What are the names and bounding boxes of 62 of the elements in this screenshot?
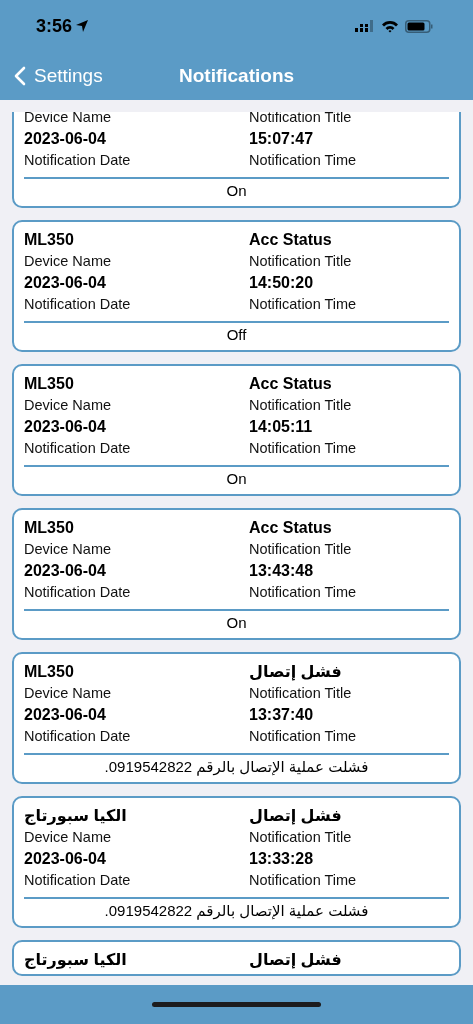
notification-time: 13:43:48 <box>249 562 314 579</box>
device-name: الكيا سبورتاج <box>24 951 127 968</box>
device-name: ML350 <box>24 519 74 536</box>
notification-message: Off <box>226 326 247 343</box>
field-label: Notification Date <box>24 296 131 312</box>
notification-title: فشل إتصال <box>249 951 342 968</box>
field-label: Device Name <box>24 112 112 125</box>
field-label: Notification Title <box>249 253 352 269</box>
device-name: الكيا سبورتاج <box>24 807 127 824</box>
notification-title: فشل إتصال <box>249 663 342 680</box>
notification-date: 2023-06-04 <box>24 274 106 291</box>
notification-message: On <box>226 470 247 487</box>
notification-time: 13:33:28 <box>249 850 314 867</box>
battery-icon <box>405 19 433 33</box>
notification-message: On <box>226 182 247 199</box>
notification-title: Acc Status <box>249 231 332 248</box>
field-label: Notification Time <box>249 872 357 888</box>
notification-date: 2023-06-04 <box>24 130 106 147</box>
notification-title: Acc Status <box>249 519 332 536</box>
field-label: Notification Title <box>249 112 352 125</box>
notification-date: 2023-06-04 <box>24 418 106 435</box>
field-label: Device Name <box>24 685 112 701</box>
field-label: Device Name <box>24 397 112 413</box>
device-name: ML350 <box>24 375 74 392</box>
location-arrow-icon <box>75 19 90 33</box>
field-label: Notification Date <box>24 584 131 600</box>
notification-time: 15:07:47 <box>249 130 314 147</box>
notification-date: 2023-06-04 <box>24 706 106 723</box>
back-button[interactable]: Settings <box>0 61 103 91</box>
device-name: ML350 <box>24 663 74 680</box>
notification-time: 14:50:20 <box>249 274 314 291</box>
chevron-left-icon <box>14 66 26 86</box>
field-label: Device Name <box>24 829 112 845</box>
field-label: Device Name <box>24 253 112 269</box>
field-label: Notification Date <box>24 152 131 168</box>
notification-time: 13:37:40 <box>249 706 314 723</box>
screen-title: Notifications <box>179 63 295 88</box>
device-name: ML350 <box>24 231 74 248</box>
field-label: Notification Time <box>249 296 357 312</box>
field-label: Notification Title <box>249 685 352 701</box>
field-label: Notification Title <box>249 829 352 845</box>
signal-icon <box>355 20 375 32</box>
status-time: 3:56 <box>36 14 73 38</box>
notification-date: 2023-06-04 <box>24 850 106 867</box>
notification-message: فشلت عملية الإتصال بالرقم 0919542822. <box>104 758 369 775</box>
notification-date: 2023-06-04 <box>24 562 106 579</box>
field-label: Notification Date <box>24 440 131 456</box>
notification-message: On <box>226 614 247 631</box>
field-label: Notification Time <box>249 584 357 600</box>
wifi-icon <box>381 19 399 33</box>
notification-message: فشلت عملية الإتصال بالرقم 0919542822. <box>104 902 369 919</box>
field-label: Notification Title <box>249 397 352 413</box>
field-label: Notification Date <box>24 728 131 744</box>
notification-title: فشل إتصال <box>249 807 342 824</box>
field-label: Notification Date <box>24 872 131 888</box>
field-label: Notification Time <box>249 152 357 168</box>
notification-title: Acc Status <box>249 375 332 392</box>
field-label: Notification Time <box>249 440 357 456</box>
field-label: Device Name <box>24 541 112 557</box>
field-label: Notification Title <box>249 541 352 557</box>
field-label: Notification Time <box>249 728 357 744</box>
notification-time: 14:05:11 <box>249 418 313 435</box>
